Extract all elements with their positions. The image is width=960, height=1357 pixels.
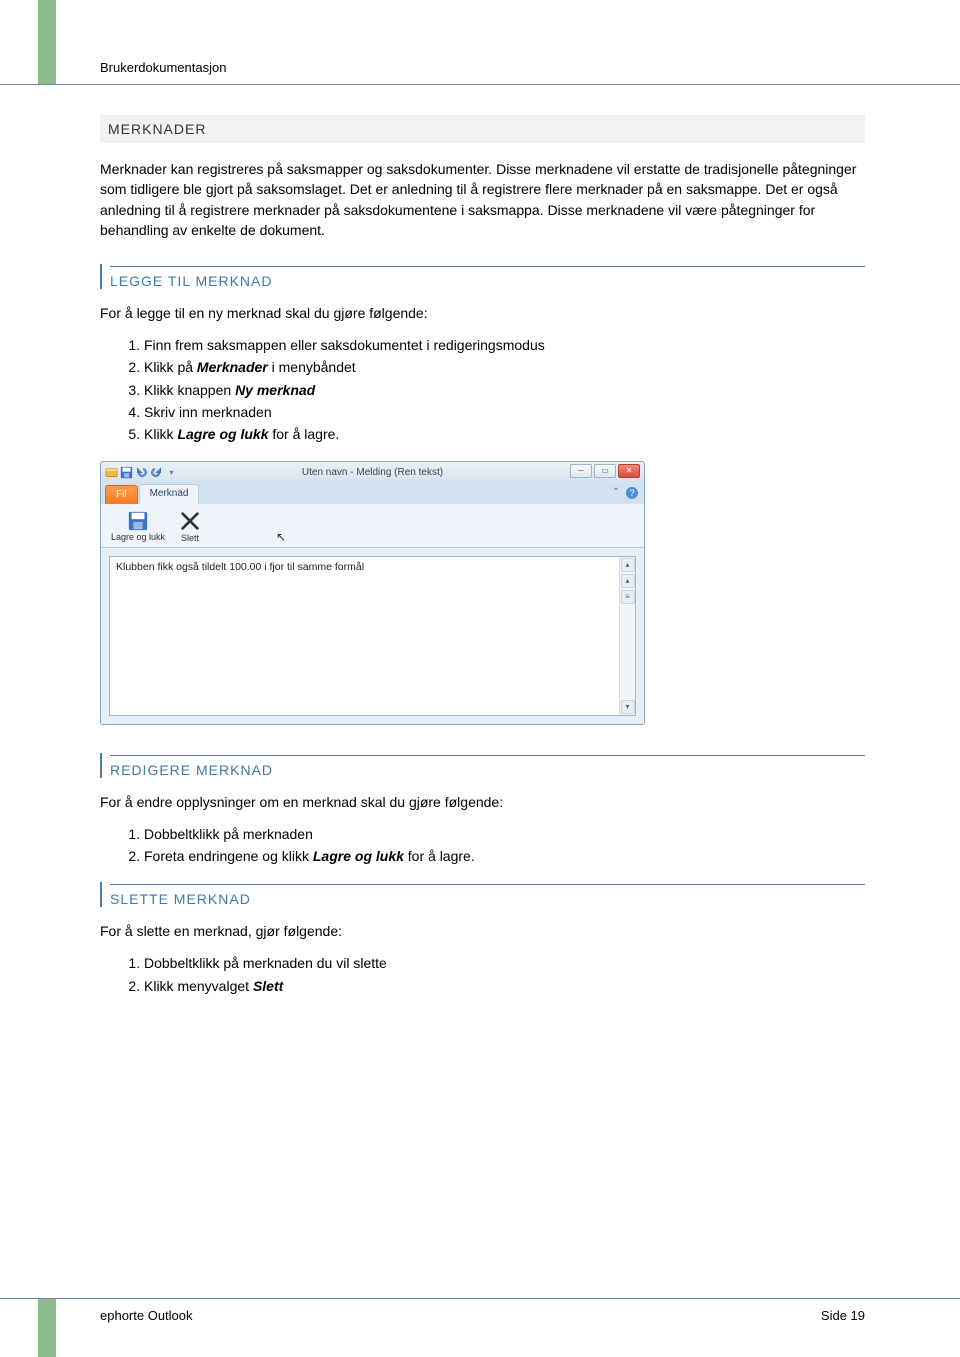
doc-header: Brukerdokumentasjon [100, 60, 865, 75]
add-intro: For å legge til en ny merknad skal du gj… [100, 305, 865, 321]
ribbon-collapse-icon[interactable]: ⌃ [610, 487, 622, 499]
save-icon [127, 510, 149, 532]
edit-steps: Dobbeltklikk på merknaden Foreta endring… [144, 824, 865, 867]
section-title: MERKNADER [100, 115, 865, 143]
subheading-add-text: LEGGE TIL MERKNAD [110, 273, 865, 289]
list-item: Klikk Lagre og lukk for å lagre. [144, 424, 865, 444]
scrollbar[interactable]: ▴ ▴ ≡ ▾ [619, 557, 635, 715]
delete-steps: Dobbeltklikk på merknaden du vil slette … [144, 953, 865, 996]
page-footer: ephorte Outlook Side 19 [100, 1308, 865, 1323]
scroll-up-icon[interactable]: ▴ [621, 558, 635, 572]
maximize-button[interactable]: ▭ [594, 464, 616, 478]
header-accent-bar [38, 0, 56, 84]
redo-icon[interactable] [150, 466, 163, 479]
delete-label: Slett [181, 533, 199, 543]
delete-button[interactable]: Slett [175, 508, 205, 545]
ribbon: Lagre og lukk Slett [101, 504, 644, 548]
minimize-button[interactable]: ─ [570, 464, 592, 478]
subheading-delete-text: SLETTE MERKNAD [110, 891, 865, 907]
merknad-textarea[interactable]: Klubben fikk også tildelt 100.00 i fjor … [109, 556, 636, 716]
list-item: Klikk knappen Ny merknad [144, 380, 865, 400]
editor-panel: Klubben fikk også tildelt 100.00 i fjor … [101, 548, 644, 724]
section-intro: Merknader kan registreres på saksmapper … [100, 159, 865, 240]
close-button[interactable]: ✕ [618, 464, 640, 478]
window-controls: ─ ▭ ✕ [570, 464, 640, 478]
app-icon [105, 466, 118, 479]
save-and-close-label: Lagre og lukk [111, 533, 165, 542]
footer-right: Side 19 [821, 1308, 865, 1323]
list-item: Klikk på Merknader i menybåndet [144, 357, 865, 377]
ribbon-right-controls: ⌃ ? [610, 487, 638, 499]
add-steps: Finn frem saksmappen eller saksdokumente… [144, 335, 865, 444]
dropdown-icon[interactable]: ▾ [165, 466, 178, 479]
delete-icon [179, 510, 201, 532]
ribbon-tabs: Fil Merknad ↖ ⌃ ? [101, 484, 644, 504]
subheading-delete: SLETTE MERKNAD [100, 882, 865, 907]
save-and-close-button[interactable]: Lagre og lukk [107, 508, 169, 545]
list-item: Klikk menyvalget Slett [144, 976, 865, 996]
list-item: Dobbeltklikk på merknaden [144, 824, 865, 844]
save-icon[interactable] [120, 466, 133, 479]
subheading-edit-text: REDIGERE MERKNAD [110, 762, 865, 778]
textarea-content: Klubben fikk også tildelt 100.00 i fjor … [116, 561, 364, 573]
list-item: Finn frem saksmappen eller saksdokumente… [144, 335, 865, 355]
footer-accent-bar [38, 1299, 56, 1357]
subheading-edit: REDIGERE MERKNAD [100, 753, 865, 778]
embedded-window: ▾ Uten navn - Melding (Ren tekst) ─ ▭ ✕ … [100, 461, 645, 725]
scroll-split-icon[interactable]: ≡ [621, 590, 635, 604]
header-rule [0, 84, 960, 85]
window-title: Uten navn - Melding (Ren tekst) [101, 467, 644, 478]
list-item: Dobbeltklikk på merknaden du vil slette [144, 953, 865, 973]
delete-intro: For å slette en merknad, gjør følgende: [100, 923, 865, 939]
undo-icon[interactable] [135, 466, 148, 479]
footer-rule [0, 1298, 960, 1299]
subheading-add: LEGGE TIL MERKNAD [100, 264, 865, 289]
edit-intro: For å endre opplysninger om en merknad s… [100, 794, 865, 810]
titlebar: ▾ Uten navn - Melding (Ren tekst) ─ ▭ ✕ [101, 462, 644, 484]
tab-merknad[interactable]: Merknad [139, 484, 200, 504]
quick-access-toolbar: ▾ [101, 466, 178, 479]
scroll-thumb-top-icon[interactable]: ▴ [621, 574, 635, 588]
list-item: Foreta endringene og klikk Lagre og lukk… [144, 846, 865, 866]
footer-left: ephorte Outlook [100, 1308, 193, 1323]
help-icon[interactable]: ? [626, 487, 638, 499]
tab-file[interactable]: Fil [105, 485, 138, 504]
scroll-down-icon[interactable]: ▾ [621, 700, 635, 714]
list-item: Skriv inn merknaden [144, 402, 865, 422]
